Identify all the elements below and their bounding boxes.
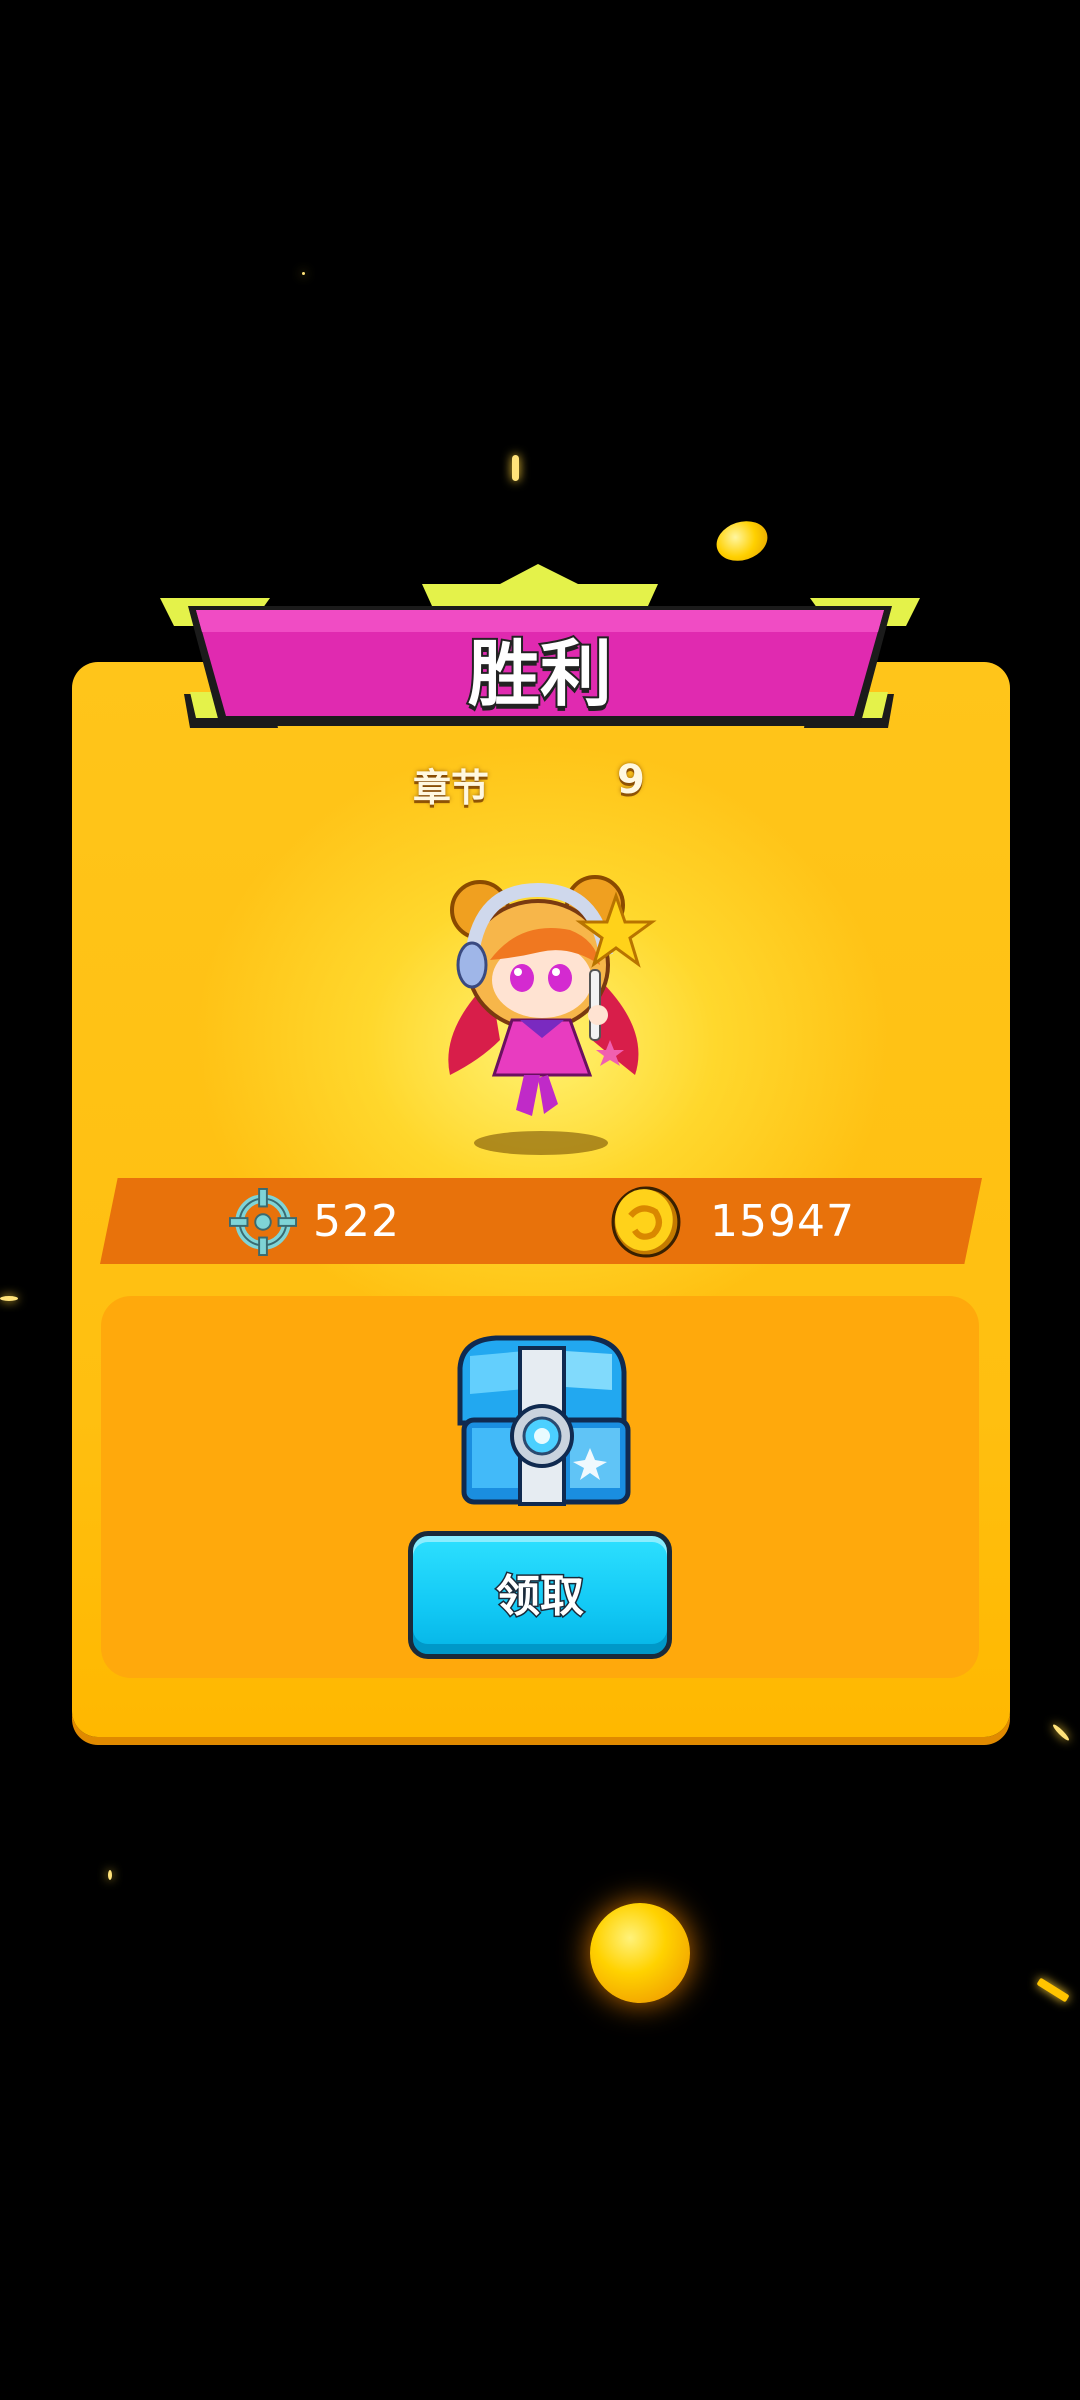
crosshair-icon <box>229 1188 297 1256</box>
chapter-label: 章节 <box>413 766 490 810</box>
chapter-row: 章节 9 <box>0 757 1080 817</box>
sparkle <box>302 272 305 275</box>
sparkle <box>0 1296 18 1301</box>
kills-value: 522 <box>313 1196 400 1247</box>
flying-coin-icon <box>590 1903 690 2003</box>
treasure-chest-icon <box>457 1335 631 1506</box>
hero-character-icon <box>448 875 657 1116</box>
gold-coin-icon <box>611 1186 681 1258</box>
claim-button[interactable]: 领取 <box>408 1531 672 1659</box>
claim-button-label: 领取 <box>495 1570 586 1624</box>
sparkle <box>108 1870 112 1880</box>
victory-title: 胜利 <box>466 630 614 718</box>
sparkle <box>512 455 519 481</box>
sparkle <box>1036 1977 1070 2003</box>
coins-value: 15947 <box>710 1196 855 1247</box>
chapter-value: 9 <box>617 757 645 803</box>
sparkle <box>1051 1722 1071 1743</box>
